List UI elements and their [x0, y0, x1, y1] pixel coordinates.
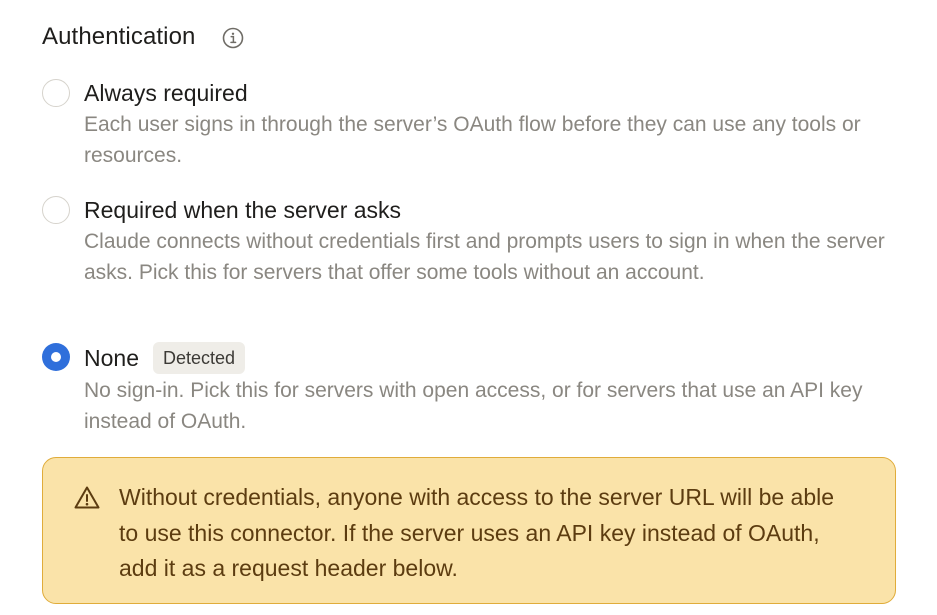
auth-settings-panel: Authentication Always required Each user…: [0, 0, 937, 615]
option-label-row: Always required: [84, 78, 894, 108]
warning-text: Without credentials, anyone with access …: [119, 484, 835, 581]
option-body: Always required Each user signs in throu…: [84, 78, 894, 171]
warning-callout: Without credentials, anyone with access …: [42, 457, 896, 604]
section-title: Authentication: [42, 23, 196, 50]
option-label: Required when the server asks: [84, 197, 402, 223]
option-body: Required when the server asks Claude con…: [84, 195, 894, 288]
radio-always-required[interactable]: [42, 79, 70, 107]
option-required-when-asked[interactable]: Required when the server asks Claude con…: [42, 195, 902, 288]
option-description: Claude connects without credentials firs…: [84, 230, 885, 284]
radio-none[interactable]: [42, 343, 70, 371]
option-body: None Detected No sign-in. Pick this for …: [84, 342, 894, 437]
option-description: No sign-in. Pick this for servers with o…: [84, 379, 863, 433]
detected-badge: Detected: [152, 342, 246, 374]
option-none[interactable]: None Detected No sign-in. Pick this for …: [42, 342, 902, 437]
radio-selected-dot: [51, 352, 61, 362]
option-label: None: [84, 345, 139, 371]
option-description: Each user signs in through the server’s …: [84, 113, 861, 167]
option-label-row: Required when the server asks: [84, 195, 894, 225]
info-icon[interactable]: [222, 27, 244, 49]
option-always-required[interactable]: Always required Each user signs in throu…: [42, 78, 902, 171]
auth-section-header: Authentication: [42, 22, 244, 52]
option-label-row: None Detected: [84, 342, 894, 374]
warning-triangle-icon: [73, 484, 101, 512]
radio-required-when-asked[interactable]: [42, 196, 70, 224]
option-label: Always required: [84, 80, 248, 106]
